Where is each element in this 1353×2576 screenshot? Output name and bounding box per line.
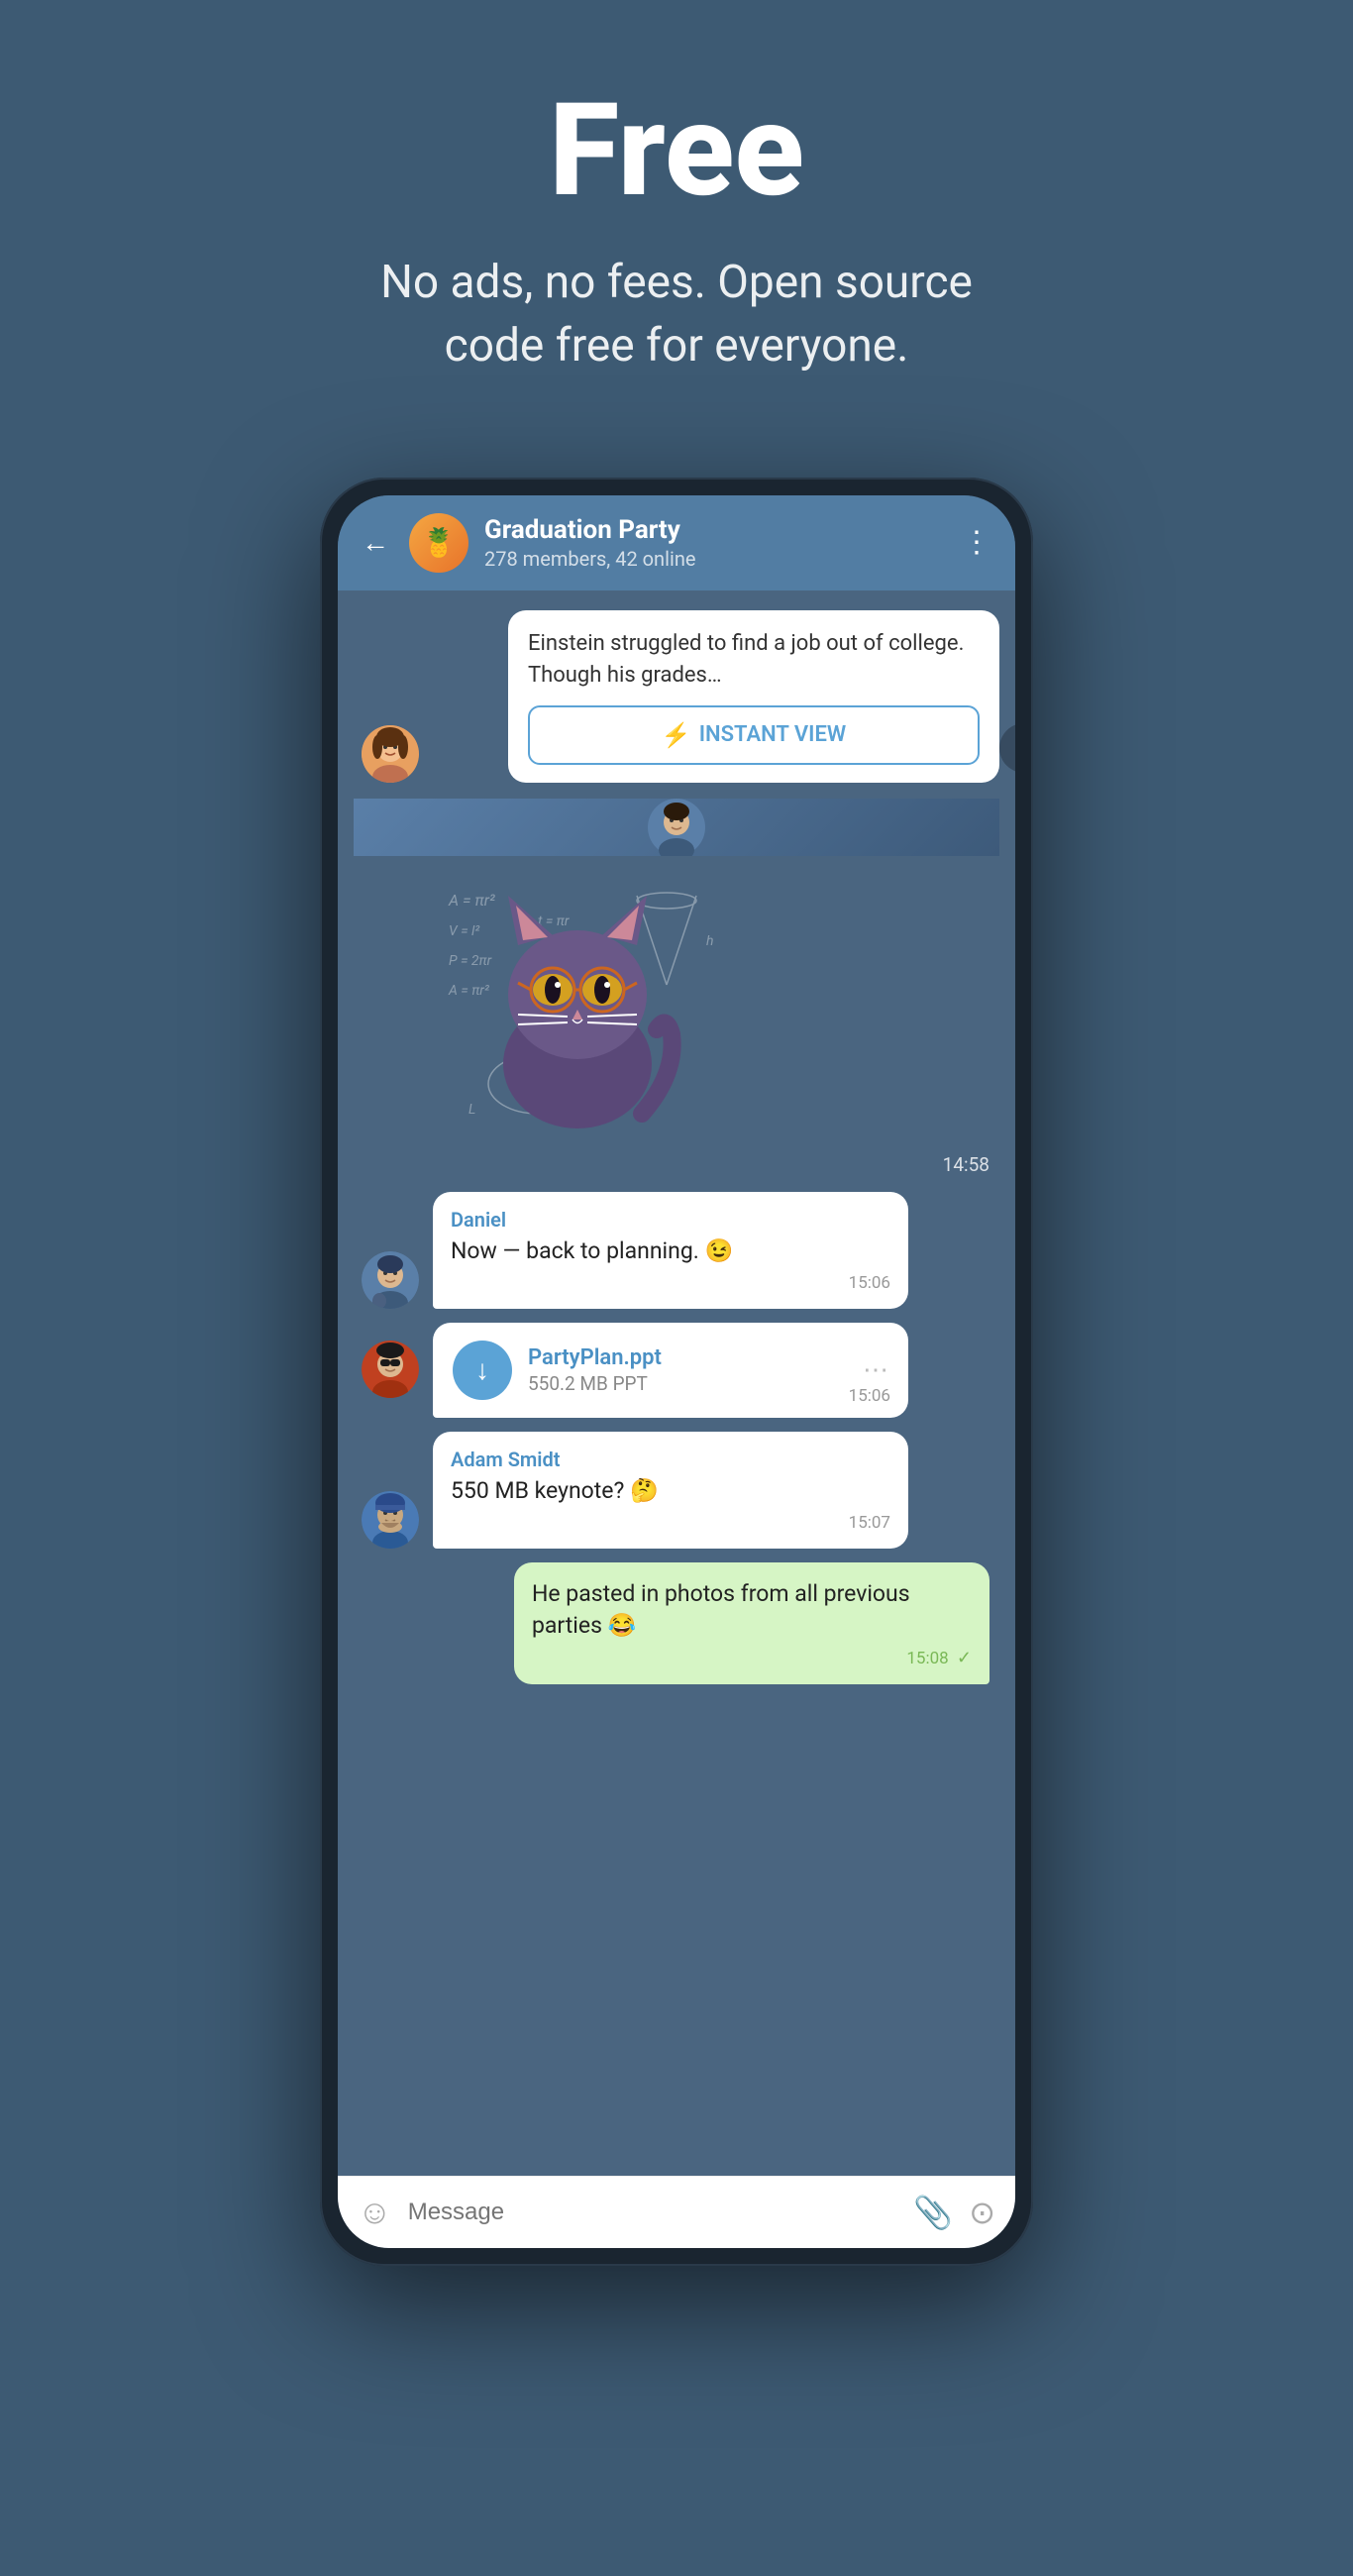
adam-sender-name: Adam Smidt [451,1448,890,1471]
hero-section: Free No ads, no fees. Open source code f… [0,0,1353,438]
message-checkmark: ✓ [957,1648,972,1668]
user-avatar-girl [362,725,419,783]
phone-mockup: ← 🍍 Graduation Party 278 members, 42 onl… [320,478,1033,2266]
file-download-button[interactable]: ↓ [453,1341,512,1400]
article-text: Einstein struggled to find a job out of … [528,628,980,692]
own-message-row: He pasted in photos from all previous pa… [354,1562,999,1684]
group-avatar: 🍍 [409,513,468,573]
adam-avatar-svg [362,1491,419,1549]
sticker-container: A = πr² V = l² P = 2πr A = πr² t = πr θ [429,856,999,1176]
share-button[interactable]: ↪ [999,723,1015,773]
own-message-text: He pasted in photos from all previous pa… [532,1578,972,1642]
adam-message-bubble: Adam Smidt 550 MB keynote? 🤔 15:07 [433,1432,908,1549]
own-message-time: 15:08 ✓ [532,1648,972,1668]
user-avatar-daniel [362,1251,419,1309]
instant-view-button[interactable]: ⚡ INSTANT VIEW [528,705,980,765]
file-message-time: 15:06 [849,1386,890,1406]
attach-button[interactable]: 📎 [913,2194,953,2231]
chat-area: Einstein struggled to find a job out of … [338,590,1015,2176]
daniel-message-time: 15:06 [451,1273,890,1293]
sticker-time: 14:58 [429,1153,999,1176]
chat-header: ← 🍍 Graduation Party 278 members, 42 onl… [338,495,1015,590]
group-name: Graduation Party [484,515,942,545]
adam-message-time: 15:07 [451,1513,890,1533]
file-size: 550.2 MB PPT [528,1372,847,1395]
avatar-girl-svg [362,725,419,783]
daniel-message-bubble: Daniel Now — back to planning. 😉 15:06 [433,1192,908,1309]
phone-inner: ← 🍍 Graduation Party 278 members, 42 onl… [338,495,1015,2248]
user-avatar-adam [362,1491,419,1549]
more-button[interactable]: ⋮ [958,521,995,564]
sticker-inner: A = πr² V = l² P = 2πr A = πr² t = πr θ [429,856,746,1153]
user-avatar-boy1-sticker [354,799,999,856]
hero-title: Free [40,79,1313,221]
article-message-row: Einstein struggled to find a job out of … [354,610,999,783]
file-name: PartyPlan.ppt [528,1345,847,1370]
phone-outer: ← 🍍 Graduation Party 278 members, 42 onl… [320,478,1033,2266]
message-input[interactable] [408,2199,898,2226]
message-input-bar: ☺ 📎 ⊙ [338,2176,1015,2248]
emoji-button[interactable]: ☺ [358,2193,392,2232]
daniel-avatar-svg [362,1251,419,1309]
daniel-sender-name: Daniel [451,1208,890,1232]
camera-button[interactable]: ⊙ [969,2194,995,2231]
instant-view-label: INSTANT VIEW [699,722,847,747]
file-info: PartyPlan.ppt 550.2 MB PPT [528,1345,847,1395]
file-message-row: ↓ PartyPlan.ppt 550.2 MB PPT ⋯ 15:06 [354,1323,999,1418]
file-message-bubble: ↓ PartyPlan.ppt 550.2 MB PPT ⋯ 15:06 [433,1323,908,1418]
daniel-message-row: Daniel Now — back to planning. 😉 15:06 [354,1192,999,1309]
daniel-message-text: Now — back to planning. 😉 [451,1235,890,1267]
adam-message-text: 550 MB keynote? 🤔 [451,1475,890,1507]
file-sender-avatar-svg [362,1341,419,1398]
avatar-boy1-svg [648,799,705,856]
own-message-bubble: He pasted in photos from all previous pa… [514,1562,989,1684]
group-info: Graduation Party 278 members, 42 online [484,515,942,571]
hero-subtitle: No ads, no fees. Open source code free f… [330,251,1023,378]
svg-text:h: h [706,933,713,949]
file-more-button[interactable]: ⋯ [863,1355,888,1385]
sticker-message-row: A = πr² V = l² P = 2πr A = πr² t = πr θ [354,799,999,1176]
group-avatar-emoji: 🍍 [422,526,457,559]
adam-message-row: Adam Smidt 550 MB keynote? 🤔 15:07 [354,1432,999,1549]
download-icon: ↓ [475,1353,489,1386]
lightning-icon: ⚡ [662,721,691,749]
article-bubble-wrapper: Einstein struggled to find a job out of … [429,610,999,783]
user-avatar-file-sender [362,1341,419,1398]
article-bubble: Einstein struggled to find a job out of … [508,610,999,783]
sticker-timestamp: 14:58 [943,1153,989,1176]
group-meta: 278 members, 42 online [484,547,942,571]
back-button[interactable]: ← [358,522,393,563]
cat-sticker-svg [459,876,696,1133]
